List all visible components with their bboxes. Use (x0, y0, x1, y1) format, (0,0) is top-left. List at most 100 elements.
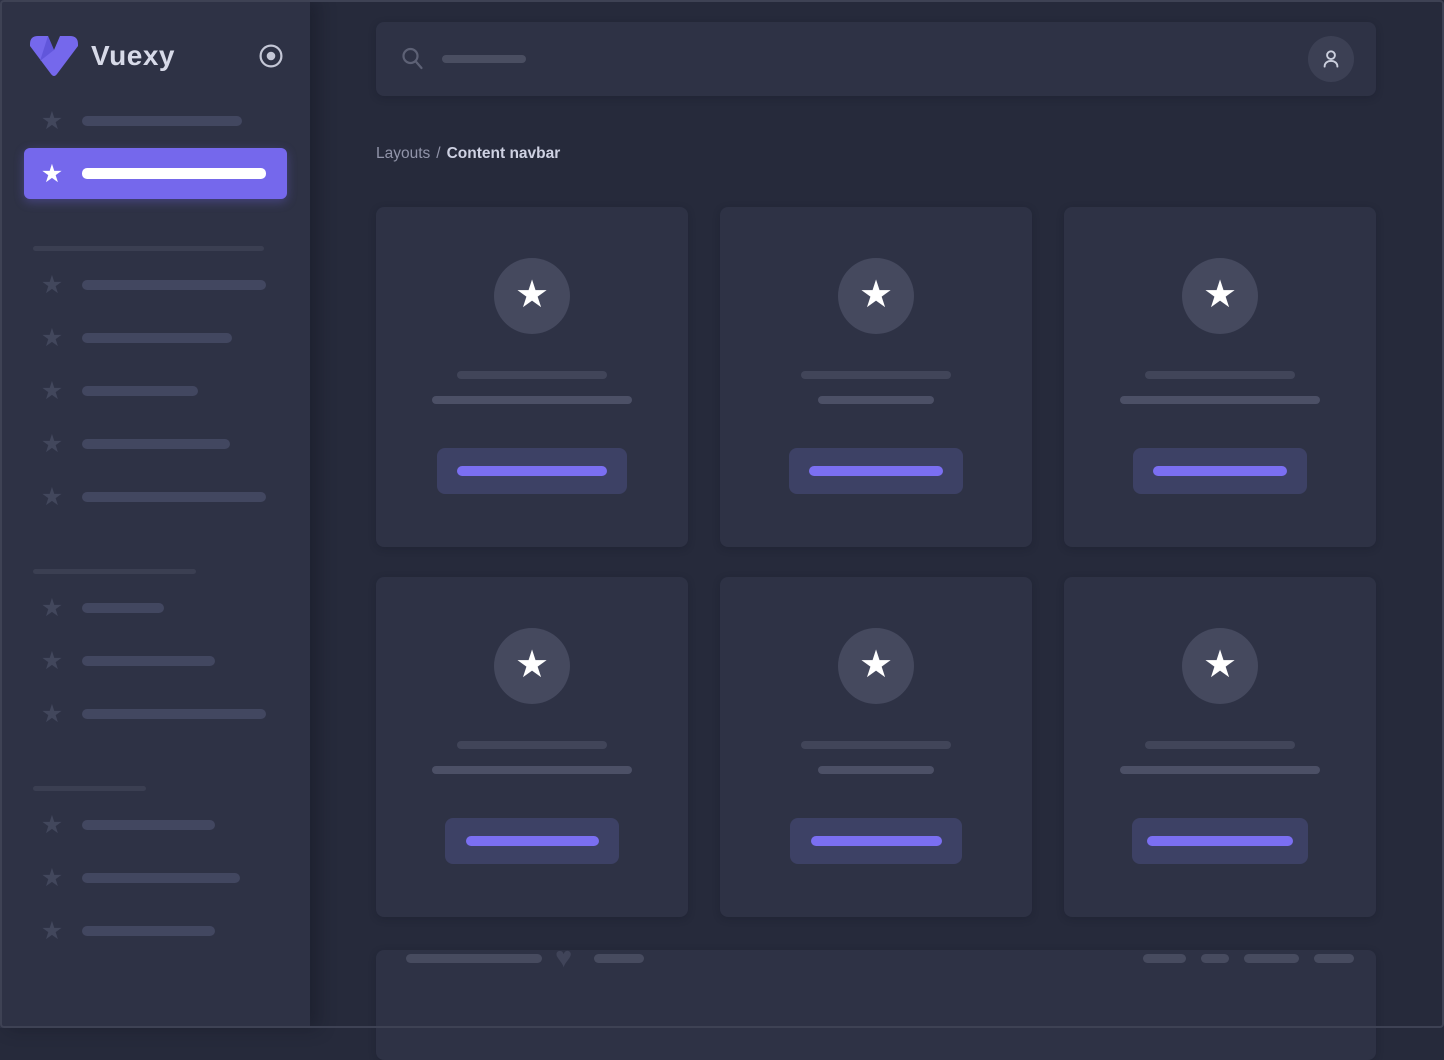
star-icon: ★ (40, 919, 64, 943)
heart-icon: ♥ (555, 947, 572, 969)
footer: ♥ (376, 950, 1376, 1060)
sidebar-item-active[interactable]: ★ (24, 148, 287, 199)
sidebar-section-header-placeholder (33, 786, 146, 791)
sidebar-item[interactable]: ★ (24, 702, 287, 726)
card-action-button[interactable] (790, 818, 962, 864)
card-subtitle-placeholder (432, 396, 632, 404)
star-icon: ★ (40, 866, 64, 890)
feature-card: ★ (720, 207, 1032, 547)
feature-card: ★ (1064, 207, 1376, 547)
footer-link-placeholder[interactable] (1244, 954, 1299, 963)
sidebar-item[interactable]: ★ (24, 109, 287, 133)
sidebar-logo-row: Vuexy (0, 0, 310, 78)
card-subtitle-placeholder (1120, 766, 1320, 774)
card-subtitle-placeholder (818, 766, 934, 774)
star-avatar: ★ (838, 628, 914, 704)
star-avatar: ★ (494, 628, 570, 704)
sidebar-section-header-placeholder (33, 246, 264, 251)
sidebar-item[interactable]: ★ (24, 813, 287, 837)
sidebar-item[interactable]: ★ (24, 432, 287, 456)
button-label-placeholder (809, 466, 943, 476)
star-icon: ★ (40, 273, 64, 297)
sidebar-item[interactable]: ★ (24, 273, 287, 297)
card-action-button[interactable] (445, 818, 619, 864)
card-action-button[interactable] (1132, 818, 1308, 864)
star-icon: ★ (40, 326, 64, 350)
card-action-button[interactable] (1133, 448, 1307, 494)
card-action-button[interactable] (789, 448, 963, 494)
footer-link-placeholder[interactable] (1201, 954, 1229, 963)
card-subtitle-placeholder (818, 396, 934, 404)
card-action-button[interactable] (437, 448, 627, 494)
star-icon: ★ (40, 379, 64, 403)
button-label-placeholder (1153, 466, 1287, 476)
search-input[interactable] (400, 45, 1308, 73)
radio-circle-icon[interactable] (258, 43, 284, 69)
breadcrumb-section-link[interactable]: Layouts (376, 145, 430, 162)
sidebar-item[interactable]: ★ (24, 379, 287, 403)
search-placeholder-bar (442, 55, 526, 63)
button-label-placeholder (811, 836, 942, 846)
sidebar-item-label-placeholder (82, 439, 230, 449)
star-icon: ★ (40, 485, 64, 509)
card-title-placeholder (457, 371, 607, 379)
breadcrumb: Layouts / Content navbar (376, 144, 1376, 163)
sidebar-item-label-placeholder (82, 280, 266, 290)
breadcrumb-separator: / (436, 145, 440, 162)
star-avatar: ★ (494, 258, 570, 334)
card-title-placeholder (457, 741, 607, 749)
sidebar-item[interactable]: ★ (24, 485, 287, 509)
star-avatar: ★ (1182, 258, 1258, 334)
sidebar-item-label-placeholder (82, 603, 164, 613)
sidebar-item-label-placeholder (82, 333, 232, 343)
star-icon: ★ (40, 109, 64, 133)
card-title-placeholder (801, 741, 951, 749)
sidebar-item[interactable]: ★ (24, 649, 287, 673)
star-icon: ★ (40, 649, 64, 673)
star-icon: ★ (40, 813, 64, 837)
search-icon (400, 45, 426, 73)
card-subtitle-placeholder (432, 766, 632, 774)
star-avatar: ★ (838, 258, 914, 334)
feature-card: ★ (376, 207, 688, 547)
user-avatar-button[interactable] (1308, 36, 1354, 82)
sidebar-item-label-placeholder (82, 873, 240, 883)
sidebar-item[interactable]: ★ (24, 866, 287, 890)
breadcrumb-current: Content navbar (447, 145, 561, 162)
footer-link-placeholder[interactable] (1143, 954, 1186, 963)
sidebar-item[interactable]: ★ (24, 596, 287, 620)
sidebar-item-label-placeholder (82, 926, 215, 936)
star-icon: ★ (40, 162, 64, 186)
button-label-placeholder (466, 836, 599, 846)
star-avatar: ★ (1182, 628, 1258, 704)
footer-text-placeholder (406, 954, 542, 963)
star-icon: ★ (40, 432, 64, 456)
star-icon: ★ (515, 646, 549, 687)
feature-card: ★ (720, 577, 1032, 917)
star-icon: ★ (1203, 646, 1237, 687)
footer-links (1143, 954, 1354, 963)
sidebar: Vuexy ★ ★ ★ ★ ★ ★ ★ ★ (0, 0, 310, 1028)
footer-link-placeholder[interactable] (1314, 954, 1354, 963)
star-icon: ★ (859, 276, 893, 317)
vuexy-v-logo-icon[interactable] (28, 34, 80, 78)
sidebar-section-header-placeholder (33, 569, 196, 574)
top-navbar (376, 22, 1376, 96)
sidebar-item[interactable]: ★ (24, 919, 287, 943)
sidebar-item-label-placeholder (82, 820, 215, 830)
footer-text-placeholder (594, 954, 644, 963)
card-subtitle-placeholder (1120, 396, 1320, 404)
sidebar-item-label-placeholder (82, 656, 215, 666)
feature-card: ★ (376, 577, 688, 917)
person-icon (1319, 47, 1343, 71)
card-title-placeholder (1145, 741, 1295, 749)
sidebar-item-label-placeholder (82, 168, 266, 179)
main-content: Layouts / Content navbar ★ ★ ★ (310, 0, 1444, 1028)
card-title-placeholder (801, 371, 951, 379)
button-label-placeholder (1147, 836, 1293, 846)
sidebar-item-label-placeholder (82, 116, 242, 126)
brand-title: Vuexy (91, 40, 175, 72)
sidebar-item[interactable]: ★ (24, 326, 287, 350)
feature-card: ★ (1064, 577, 1376, 917)
star-icon: ★ (515, 276, 549, 317)
